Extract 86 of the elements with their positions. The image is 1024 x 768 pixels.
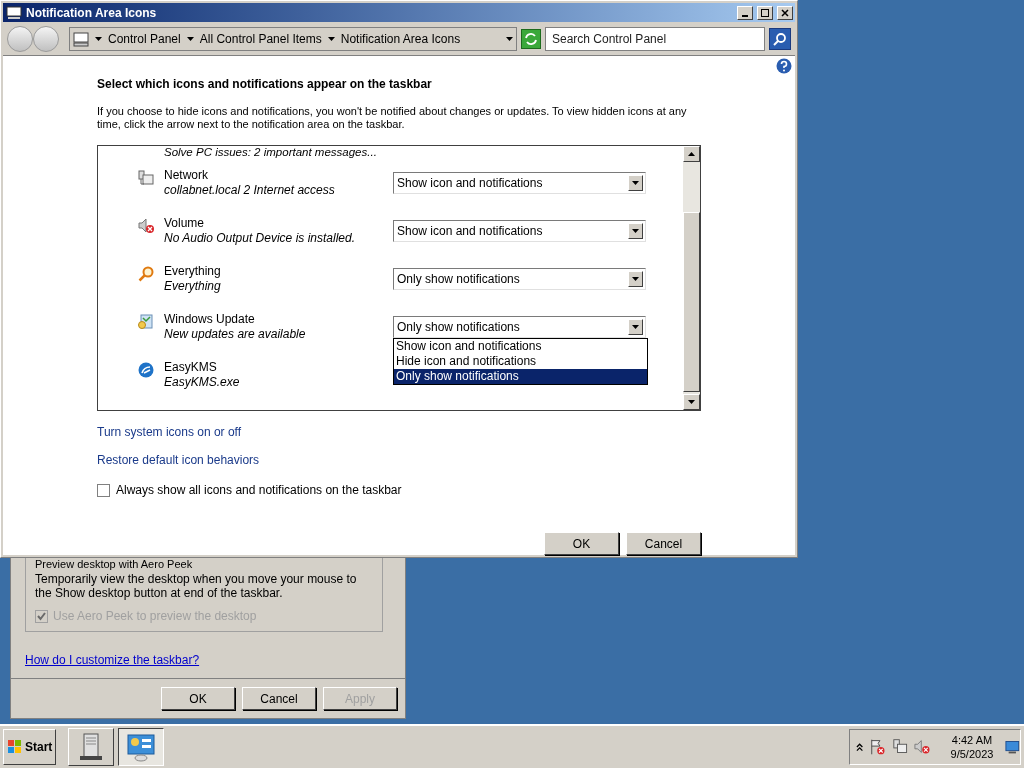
dialog-button[interactable]: OK	[161, 687, 235, 710]
dropdown-option[interactable]: Show icon and notifications	[394, 339, 647, 354]
muted-speaker-icon	[138, 218, 154, 234]
help-link[interactable]: How do I customize the taskbar?	[25, 651, 200, 669]
clock[interactable]: 4:42 AM 9/5/2023	[950, 733, 994, 761]
item-detail: Everything	[164, 279, 222, 294]
flag-icon[interactable]	[869, 738, 886, 756]
scrollbar[interactable]	[683, 146, 700, 410]
breadcrumb[interactable]: Control Panel	[108, 29, 181, 48]
dropdown-option[interactable]: Only show notifications	[394, 369, 647, 384]
description-text: If you choose to hide icons and notifications, you won't be notified about changes or updates. To view hidden icons at any time, click the arrow next to the notification area on the taskbar.	[97, 105, 688, 131]
item-name: Windows Update	[164, 312, 256, 327]
network-icon[interactable]	[891, 738, 909, 756]
behavior-dropdown[interactable]: Only show notifications	[393, 316, 646, 338]
search-button[interactable]	[769, 27, 791, 50]
address-bar[interactable]: Control Panel All Control Panel Items Notification Area Icons	[69, 26, 517, 51]
checkbox[interactable]	[97, 483, 110, 497]
maximize-button[interactable]	[757, 5, 773, 20]
dropdown-button[interactable]	[628, 319, 643, 335]
check-icon	[37, 611, 46, 621]
checkbox-label: Always show all icons and notifications on the taskbar	[116, 482, 402, 499]
scroll-down-button[interactable]	[683, 394, 700, 410]
caret-icon	[327, 36, 335, 41]
magnifier-icon	[138, 266, 154, 282]
page-heading: Select which icons and notifications appear on the taskbar	[97, 76, 433, 93]
dropdown-button[interactable]	[628, 175, 643, 191]
item-name: Volume	[164, 216, 206, 231]
dialog-button[interactable]: OK	[544, 532, 619, 555]
help-icon[interactable]	[776, 58, 792, 74]
caret-icon	[186, 36, 194, 41]
show-desktop-icon[interactable]	[1005, 740, 1020, 754]
list-item-detail: Solve PC issues: 2 important messages...	[163, 146, 378, 160]
refresh-icon	[524, 31, 538, 46]
window-icon	[6, 5, 22, 20]
item-name: Everything	[164, 264, 222, 279]
task-link[interactable]: Turn system icons on or off	[97, 423, 242, 441]
caret-icon	[95, 36, 102, 41]
behavior-dropdown[interactable]: Only show notifications	[393, 268, 646, 290]
dropdown-button[interactable]	[628, 271, 643, 287]
behavior-dropdown[interactable]: Show icon and notifications	[393, 220, 646, 242]
chevron-up-icon[interactable]	[856, 742, 864, 752]
breadcrumb[interactable]: All Control Panel Items	[199, 29, 322, 48]
group-title: Preview desktop with Aero Peek	[35, 558, 194, 570]
close-icon	[781, 8, 789, 17]
item-detail: EasyKMS.exe	[164, 375, 241, 390]
item-name: EasyKMS	[164, 360, 218, 375]
clock-date: 9/5/2023	[950, 747, 994, 761]
dialog-button[interactable]: Cancel	[626, 532, 701, 555]
start-button[interactable]: Start	[3, 729, 57, 765]
taskbar-button[interactable]	[118, 728, 165, 766]
easykms-icon	[138, 362, 154, 378]
minimize-icon	[742, 14, 748, 17]
scroll-thumb[interactable]	[683, 212, 700, 392]
group-description: Temporarily view the desktop when you move your mouse to the Show desktop button at end of the taskbar.	[35, 572, 358, 600]
windows-logo-icon	[7, 739, 23, 755]
item-detail: New updates are available	[164, 327, 307, 342]
update-icon	[138, 314, 154, 330]
down-arrow-icon	[688, 400, 695, 404]
caret-icon	[632, 325, 639, 329]
scroll-up-button[interactable]	[683, 146, 700, 162]
dialog-button[interactable]: Cancel	[242, 687, 316, 710]
refresh-button[interactable]	[521, 28, 541, 49]
behavior-dropdown[interactable]: Show icon and notifications	[393, 172, 646, 194]
search-field[interactable]: Search Control Panel	[545, 26, 765, 51]
computer-icon	[73, 30, 89, 47]
dropdown-option[interactable]: Hide icon and notifications	[394, 354, 647, 369]
item-name: Network	[164, 168, 209, 183]
close-button[interactable]	[777, 5, 793, 20]
item-detail: No Audio Output Device is installed.	[164, 231, 356, 246]
dropdown-button[interactable]	[628, 223, 643, 239]
control-panel-icon	[126, 732, 157, 762]
caret-icon	[632, 181, 639, 185]
up-arrow-icon	[688, 152, 695, 156]
caret-icon	[506, 36, 513, 41]
task-link[interactable]: Restore default icon behaviors	[97, 451, 260, 469]
muted-speaker-icon[interactable]	[914, 738, 931, 756]
network-icon	[138, 170, 154, 186]
caret-icon	[632, 229, 639, 233]
item-detail: collabnet.local 2 Internet access	[164, 183, 336, 198]
maximize-icon	[761, 8, 769, 17]
breadcrumb[interactable]: Notification Area Icons	[340, 29, 461, 48]
caret-icon	[632, 277, 639, 281]
search-icon	[773, 31, 787, 46]
minimize-button[interactable]	[737, 5, 753, 20]
clock-time: 4:42 AM	[951, 733, 993, 747]
window-title: Notification Area Icons	[26, 4, 158, 22]
